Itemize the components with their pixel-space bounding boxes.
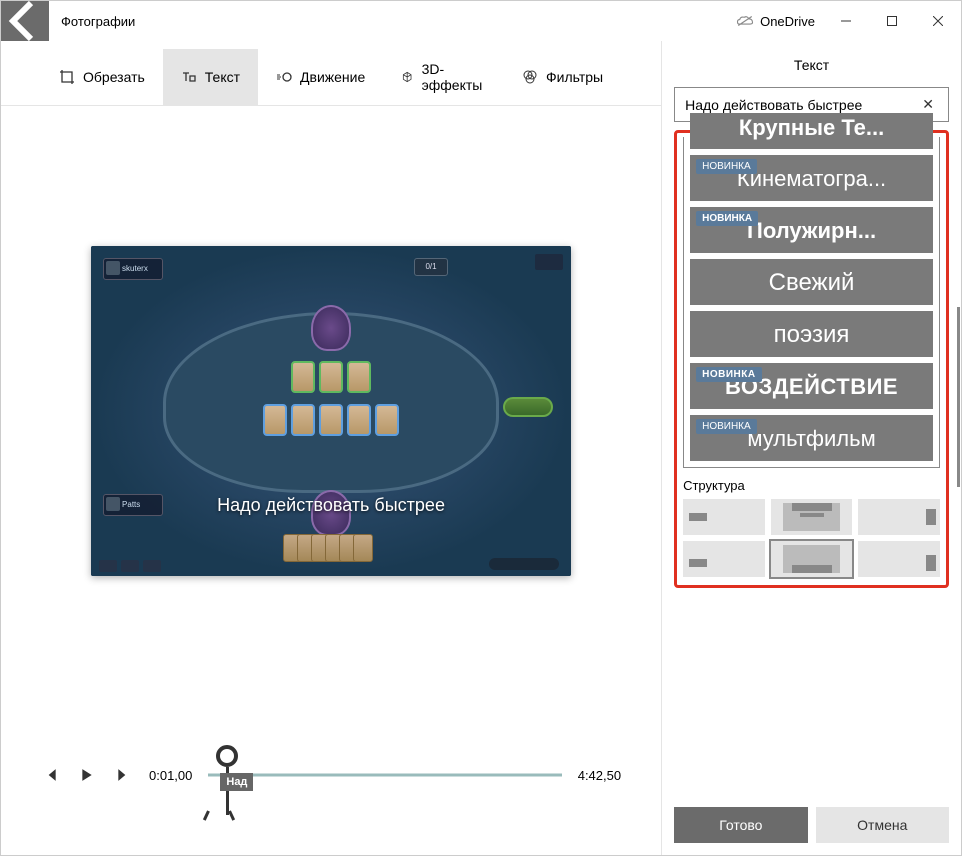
new-badge: НОВИНКА — [696, 419, 757, 434]
back-button[interactable] — [1, 1, 49, 41]
layout-left-bottom[interactable] — [683, 541, 765, 577]
layout-right-bottom[interactable] — [858, 541, 940, 577]
cancel-button[interactable]: Отмена — [816, 807, 949, 843]
new-badge: НОВИНКА — [696, 159, 757, 174]
caption-input[interactable] — [685, 97, 918, 113]
text-clip-chip[interactable]: Над — [220, 773, 253, 791]
player-bottom-badge: Patts — [103, 494, 163, 516]
style-label: Крупные Те... — [739, 115, 884, 141]
prev-frame-button[interactable] — [41, 765, 61, 785]
tool-text[interactable]: Текст — [163, 49, 258, 105]
turn-counter: 0/1 — [414, 258, 448, 276]
layout-bottom-center[interactable] — [771, 541, 853, 577]
text-style-option[interactable]: НОВИНКАКинематогра... — [690, 155, 933, 201]
scrollbar[interactable] — [957, 307, 960, 487]
time-duration: 4:42,50 — [578, 768, 621, 783]
style-label: Кинематогра... — [737, 166, 886, 192]
text-style-option[interactable]: НОВИНКАПолужирн... — [690, 207, 933, 253]
text-style-option[interactable]: поэзия — [690, 311, 933, 357]
next-frame-button[interactable] — [113, 765, 133, 785]
game-board-image: skuterx Patts 0/1 — [91, 246, 571, 576]
text-style-option[interactable]: Свежий — [690, 259, 933, 305]
layout-top-center[interactable] — [771, 499, 853, 535]
player-top-badge: skuterx — [103, 258, 163, 280]
app-title: Фотографии — [49, 14, 728, 29]
style-label: поэзия — [774, 321, 850, 349]
transport-controls: 0:01,00 Над 4:42,50 — [1, 715, 661, 855]
style-label: Полужирн... — [747, 218, 876, 244]
toolbar: Обрезать Текст Движение 3D-эффекты Фильт… — [1, 41, 661, 106]
new-badge: НОВИНКА — [696, 211, 758, 226]
style-label: Свежий — [769, 269, 855, 297]
text-style-option[interactable]: НОВИНКАмультфильм — [690, 415, 933, 461]
panel-title: Текст — [662, 41, 961, 87]
text-style-option[interactable]: НОВИНКАВОЗДЕЙСТВИЕ — [690, 363, 933, 409]
time-current: 0:01,00 — [149, 768, 192, 783]
minimize-button[interactable] — [823, 1, 869, 41]
timeline[interactable]: Над — [208, 735, 561, 815]
onedrive-status[interactable]: OneDrive — [728, 12, 823, 30]
tool-crop[interactable]: Обрезать — [41, 49, 163, 105]
tool-motion[interactable]: Движение — [258, 49, 383, 105]
structure-label: Структура — [683, 478, 940, 493]
maximize-button[interactable] — [869, 1, 915, 41]
close-button[interactable] — [915, 1, 961, 41]
tool-3d-effects[interactable]: 3D-эффекты — [383, 49, 504, 105]
text-styles-list: Крупные Те...НОВИНКАКинематогра...НОВИНК… — [683, 137, 940, 468]
text-style-option[interactable]: Крупные Те... — [690, 113, 933, 149]
layout-right-center[interactable] — [858, 499, 940, 535]
layout-left-center[interactable] — [683, 499, 765, 535]
video-preview[interactable]: skuterx Patts 0/1 Надо действовать быстр… — [91, 246, 571, 576]
style-label: мультфильм — [747, 426, 875, 452]
done-button[interactable]: Готово — [674, 807, 807, 843]
play-button[interactable] — [77, 765, 97, 785]
caption-overlay: Надо действовать быстрее — [217, 495, 445, 516]
clear-input-button[interactable]: ✕ — [918, 96, 938, 113]
new-badge: НОВИНКА — [696, 367, 761, 382]
tool-filters[interactable]: Фильтры — [504, 49, 621, 105]
